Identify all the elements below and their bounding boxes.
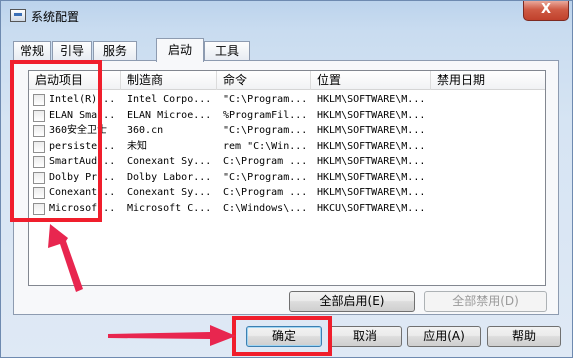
- tab-boot[interactable]: 引导: [52, 41, 92, 61]
- enable-all-button[interactable]: 全部启用(E): [289, 291, 415, 312]
- cell-maker: 未知: [127, 140, 147, 152]
- table-row[interactable]: Conexant... Conexant Sy... C:\Program ... H…: [29, 185, 545, 201]
- cell-command: "C:\Program...: [223, 125, 308, 136]
- cancel-button[interactable]: 取消: [328, 326, 402, 347]
- enable-checkbox[interactable]: [33, 94, 45, 106]
- cell-command: C:\Program ...: [223, 156, 308, 167]
- table-row[interactable]: 360安全卫士 360.cn "C:\Program... HKLM\SOFTWARE…: [29, 123, 545, 139]
- cell-item: Intel(R)...: [49, 94, 116, 105]
- cell-command: C:\Windows\...: [223, 202, 308, 214]
- system-config-window: 系统配置 X 常规 引导 服务 启动 工具 启动项目 制造商 命令 位置 禁用日…: [0, 0, 573, 358]
- tab-services[interactable]: 服务: [93, 41, 137, 61]
- cell-location: HKLM\SOFTWARE\M...: [317, 109, 426, 121]
- cell-item: 360安全卫士: [49, 125, 108, 136]
- window-title: 系统配置: [31, 10, 80, 24]
- table-row[interactable]: Intel(R)... Intel Corpo... "C:\Program... H…: [29, 92, 545, 108]
- disable-all-button: 全部禁用(D): [424, 291, 547, 312]
- cell-item: ELAN Sma...: [49, 109, 116, 121]
- cell-location: HKLM\SOFTWARE\M...: [317, 94, 426, 105]
- column-command[interactable]: 命令: [217, 71, 311, 90]
- enable-checkbox[interactable]: [33, 202, 45, 215]
- column-disabled-date[interactable]: 禁用日期: [431, 71, 547, 90]
- column-location[interactable]: 位置: [311, 71, 431, 90]
- cell-item: Dolby Pr...: [49, 171, 116, 183]
- table-row[interactable]: Microsof... Microsoft C... C:\Windows\... H…: [29, 201, 545, 217]
- cell-maker: Conexant Sy...: [127, 187, 212, 198]
- title-bar[interactable]: 系统配置 X: [1, 1, 572, 31]
- cell-maker: Conexant Sy...: [127, 156, 212, 167]
- cell-location: HKLM\SOFTWARE\M...: [317, 171, 426, 183]
- cell-maker: Dolby Labor...: [127, 171, 212, 183]
- ok-button[interactable]: 确定: [246, 326, 322, 347]
- cell-command: %ProgramFil...: [223, 109, 308, 121]
- help-button[interactable]: 帮助: [487, 326, 561, 347]
- enable-checkbox[interactable]: [33, 171, 45, 184]
- cell-command: "C:\Program...: [223, 171, 308, 183]
- cell-location: HKLM\SOFTWARE\M...: [317, 140, 426, 152]
- cell-maker: Intel Corpo...: [127, 94, 212, 105]
- cell-date: [437, 108, 547, 124]
- enable-checkbox[interactable]: [33, 140, 45, 153]
- tab-startup[interactable]: 启动: [156, 38, 204, 62]
- cell-item: Conexant...: [49, 187, 116, 198]
- column-startup-item[interactable]: 启动项目: [29, 71, 121, 90]
- cell-command: C:\Program ...: [223, 187, 308, 198]
- cell-maker: 360.cn: [127, 125, 164, 136]
- cell-maker: ELAN Microe...: [127, 109, 212, 121]
- cell-date: [437, 185, 547, 201]
- cell-command: rem "C:\Win...: [223, 140, 308, 152]
- startup-items-list[interactable]: 启动项目 制造商 命令 位置 禁用日期 Intel(R)... Intel Cor…: [28, 70, 546, 286]
- table-row[interactable]: Dolby Pr... Dolby Labor... "C:\Program... H…: [29, 170, 545, 186]
- enable-checkbox[interactable]: [33, 125, 45, 137]
- cell-item: SmartAud...: [49, 156, 116, 167]
- tab-tools[interactable]: 工具: [204, 41, 250, 61]
- cell-item: Microsof...: [49, 202, 116, 214]
- table-row[interactable]: ELAN Sma... ELAN Microe... %ProgramFil... H…: [29, 108, 545, 124]
- cell-date: [437, 154, 547, 170]
- column-manufacturer[interactable]: 制造商: [121, 71, 217, 90]
- cell-location: HKLM\SOFTWARE\M...: [317, 156, 426, 167]
- table-row[interactable]: SmartAud... Conexant Sy... C:\Program ... H…: [29, 154, 545, 170]
- cell-location: HKLM\SOFTWARE\M...: [317, 125, 426, 136]
- cell-date: [437, 92, 547, 108]
- cell-date: [437, 139, 547, 155]
- cell-maker: Microsoft C...: [127, 202, 212, 214]
- apply-button[interactable]: 应用(A): [407, 326, 481, 347]
- list-header: 启动项目 制造商 命令 位置 禁用日期: [29, 71, 545, 90]
- cell-location: HKLM\SOFTWARE\M...: [317, 187, 426, 198]
- enable-checkbox[interactable]: [33, 187, 45, 199]
- window-app-icon: [10, 9, 26, 22]
- cell-date: [437, 201, 547, 217]
- cell-date: [437, 170, 547, 186]
- enable-checkbox[interactable]: [33, 109, 45, 122]
- cell-command: "C:\Program...: [223, 94, 308, 105]
- cell-date: [437, 123, 547, 139]
- close-button[interactable]: X: [523, 1, 569, 21]
- tab-general[interactable]: 常规: [13, 41, 51, 61]
- cell-location: HKCU\SOFTWARE\M...: [317, 202, 426, 214]
- cell-item: persiste...: [49, 140, 116, 152]
- table-row[interactable]: persiste... 未知 rem "C:\Win... HKLM\SOFTWARE…: [29, 139, 545, 155]
- enable-checkbox[interactable]: [33, 156, 45, 168]
